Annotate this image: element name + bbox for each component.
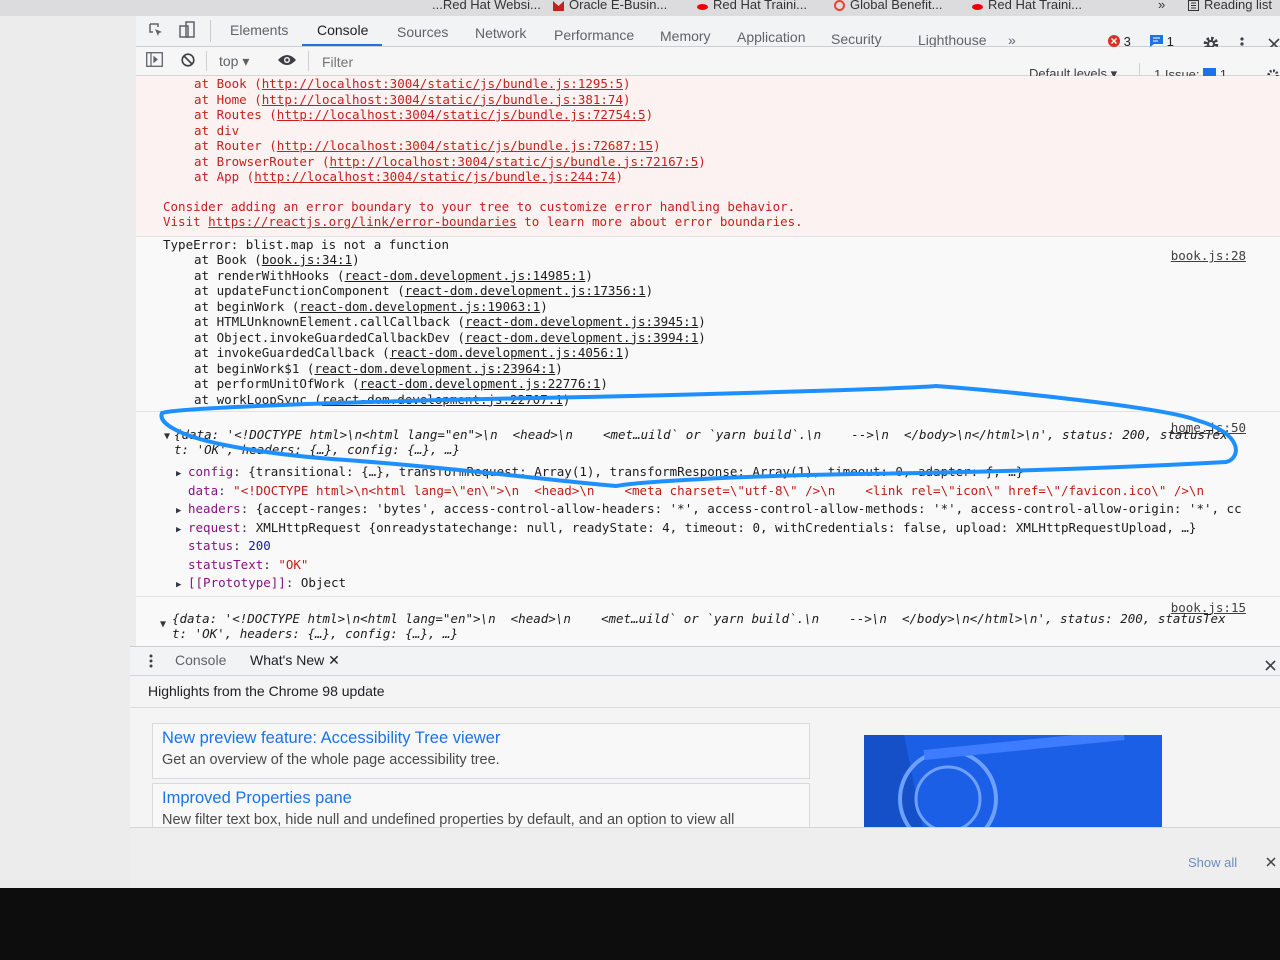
bookmark-item[interactable]: Global Benefit...: [834, 0, 943, 12]
feature-card-description: Get an overview of the whole page access…: [162, 752, 500, 768]
drawer-tabbar: Console What's New ✕: [130, 647, 1280, 676]
whats-new-headline: Highlights from the Chrome 98 update: [148, 683, 385, 699]
annotation-scribble: [159, 384, 1238, 488]
drawer-tab-console[interactable]: Console: [175, 652, 226, 668]
redhat-icon: [697, 4, 708, 11]
bookmarks-overflow-button[interactable]: »: [1158, 0, 1165, 12]
google-icon: [834, 0, 845, 12]
bookmark-item[interactable]: Red Hat Traini...: [972, 0, 1082, 12]
feature-card[interactable]: New preview feature: Accessibility Tree …: [152, 723, 810, 779]
screen-bezel: [0, 888, 1280, 960]
gmail-icon: [553, 1, 564, 12]
devtools-panel: Elements Console Sources Network Perform…: [136, 16, 1280, 646]
redhat-icon: [972, 4, 983, 11]
drawer-menu-icon[interactable]: [148, 653, 154, 669]
close-icon[interactable]: [1266, 857, 1276, 867]
divider: [130, 707, 1280, 708]
show-all-button[interactable]: Show all: [1188, 855, 1237, 870]
drawer-tab-whats-new[interactable]: What's New ✕: [250, 652, 340, 669]
bookmark-item[interactable]: ...Red Hat Websi...: [432, 0, 541, 12]
devtools-drawer: Console What's New ✕ Highlights from the…: [130, 646, 1280, 888]
feature-card-title[interactable]: New preview feature: Accessibility Tree …: [162, 729, 500, 748]
drawer-footer: Show all: [130, 827, 1280, 888]
bookmark-item[interactable]: Red Hat Traini...: [697, 0, 807, 12]
chrome-update-banner-image: [864, 735, 1162, 833]
close-tab-icon[interactable]: ✕: [328, 652, 340, 668]
reading-list-button[interactable]: Reading list: [1188, 0, 1272, 12]
reading-list-icon: [1188, 0, 1199, 12]
bookmark-item[interactable]: Oracle E-Busin...: [553, 0, 667, 12]
bookmarks-bar: ...Red Hat Websi... Oracle E-Busin... Re…: [0, 0, 1280, 17]
feature-card-title[interactable]: Improved Properties pane: [162, 789, 352, 808]
page-left-area: [0, 16, 136, 888]
close-drawer-icon[interactable]: [1265, 660, 1276, 671]
feature-card-description: New filter text box, hide null and undef…: [162, 812, 735, 828]
